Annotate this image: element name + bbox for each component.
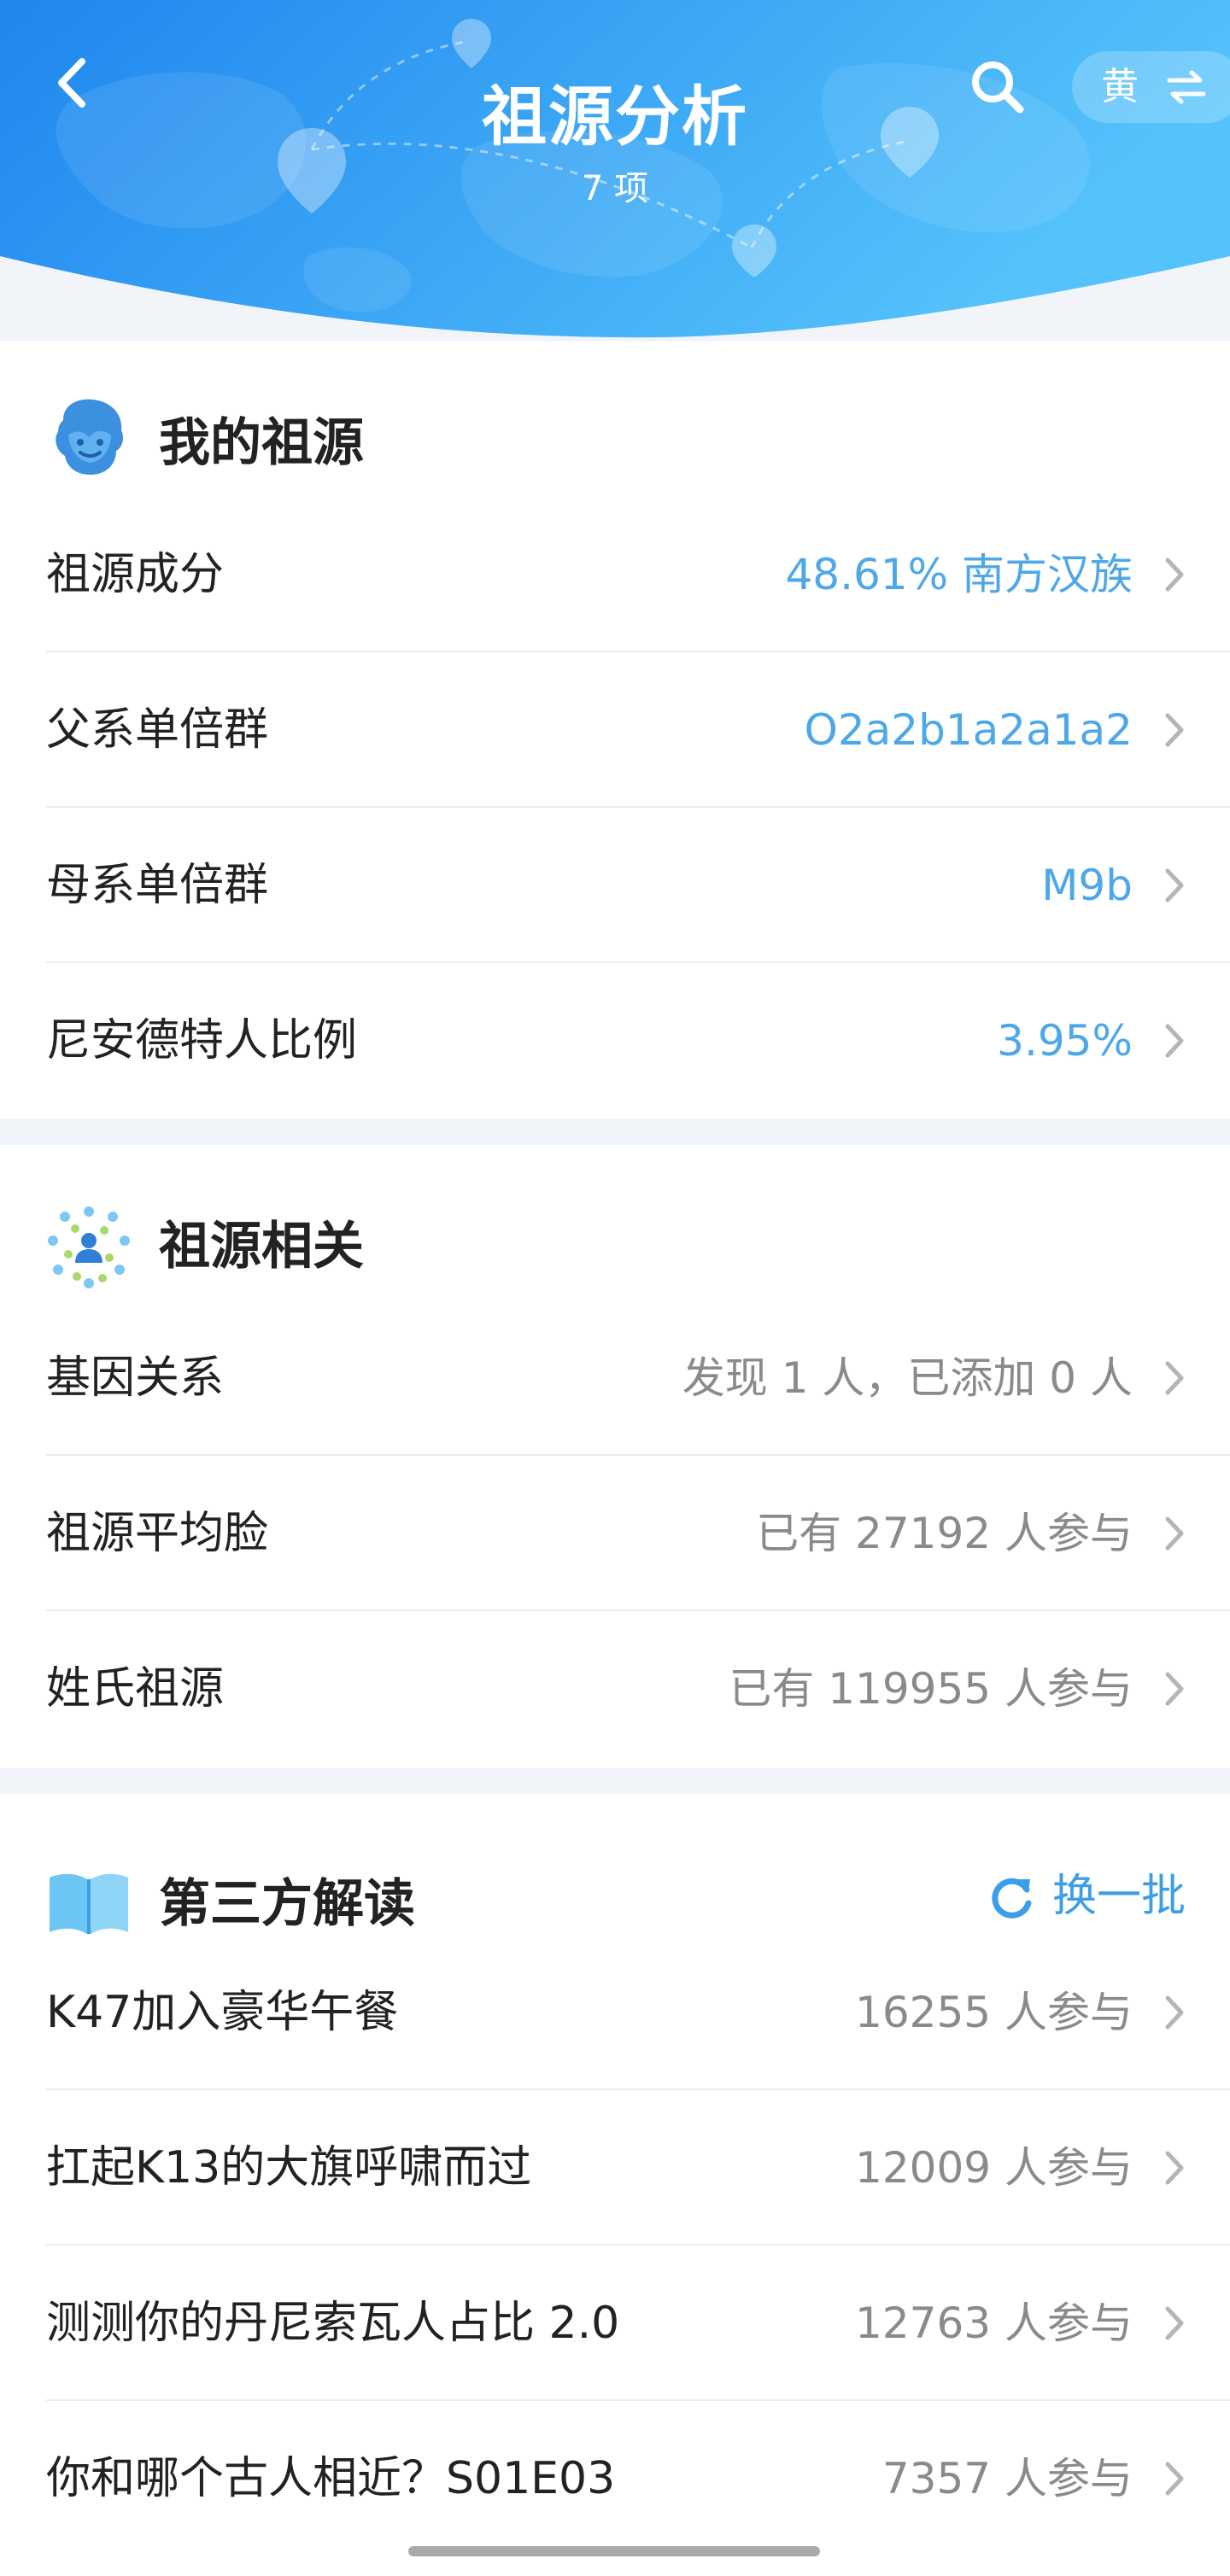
refresh-label: 换一批 bbox=[1052, 1871, 1186, 1922]
row-value: 12763 人参与 bbox=[855, 2299, 1133, 2348]
chevron-right-icon bbox=[1165, 1361, 1184, 1395]
list-item-maternal-haplogroup[interactable]: 母系单倍群 M9b bbox=[0, 808, 1230, 963]
my-ancestry-section: 我的祖源 祖源成分 48.61% 南方汉族 父系单倍群 O2a2b1a2a1a2… bbox=[0, 342, 1230, 1119]
item-count: 7 项 bbox=[581, 169, 649, 208]
row-value: M9b bbox=[1041, 861, 1133, 910]
row-value: 12009 人参与 bbox=[855, 2143, 1133, 2193]
list-item-genetic-relations[interactable]: 基因关系 发现 1 人，已添加 0 人 bbox=[0, 1300, 1230, 1456]
chevron-right-icon bbox=[1165, 2151, 1184, 2185]
chevron-right-icon bbox=[1165, 1024, 1184, 1058]
list-item-k47[interactable]: K47加入豪华午餐 16255 人参与 bbox=[0, 1935, 1230, 2090]
section-title: 第三方解读 bbox=[159, 1874, 415, 1934]
chevron-right-icon bbox=[1165, 2306, 1184, 2340]
row-value: 已有 27192 人参与 bbox=[756, 1509, 1133, 1558]
chevron-right-icon bbox=[1165, 1995, 1184, 2030]
row-label: 父系单倍群 bbox=[46, 704, 269, 756]
list-item-k13[interactable]: 扛起K13的大旗呼啸而过 12009 人参与 bbox=[0, 2090, 1230, 2246]
row-label: K47加入豪华午餐 bbox=[46, 1987, 399, 2038]
row-label: 祖源成分 bbox=[46, 549, 225, 600]
refresh-batch-button[interactable]: 换一批 bbox=[989, 1862, 1186, 1931]
row-value: 3.95% bbox=[997, 1016, 1133, 1066]
chevron-right-icon bbox=[1165, 558, 1184, 592]
row-label: 扛起K13的大旗呼啸而过 bbox=[46, 2142, 532, 2193]
swap-icon bbox=[1167, 70, 1206, 104]
list-item-ancestry-composition[interactable]: 祖源成分 48.61% 南方汉族 bbox=[0, 497, 1230, 652]
chevron-right-icon bbox=[1165, 2462, 1184, 2496]
language-label: 黄 bbox=[1101, 65, 1139, 108]
row-value: O2a2b1a2a1a2 bbox=[804, 705, 1133, 755]
third-party-section: 第三方解读 换一批 K47加入豪华午餐 16255 人参与 扛起K13的大旗呼啸… bbox=[0, 1794, 1230, 2576]
row-label: 祖源平均脸 bbox=[46, 1508, 269, 1559]
list-item-ancient-people[interactable]: 你和哪个古人相近？S01E03 7357 人参与 bbox=[0, 2401, 1230, 2556]
chevron-right-icon bbox=[1165, 713, 1184, 747]
chevron-right-icon bbox=[1165, 868, 1184, 902]
list-item-surname-origin[interactable]: 姓氏祖源 已有 119955 人参与 bbox=[0, 1611, 1230, 1767]
row-label: 你和哪个古人相近？S01E03 bbox=[46, 2453, 616, 2504]
row-label: 尼安德特人比例 bbox=[46, 1015, 358, 1066]
section-title: 我的祖源 bbox=[159, 413, 364, 473]
row-value: 已有 119955 人参与 bbox=[729, 1664, 1133, 1714]
row-label: 母系单倍群 bbox=[46, 860, 269, 911]
list-item-denisovan[interactable]: 测测你的丹尼索瓦人占比 2.0 12763 人参与 bbox=[0, 2246, 1230, 2401]
section-title: 祖源相关 bbox=[159, 1217, 364, 1276]
ancestor-face-icon bbox=[56, 399, 123, 475]
list-item-paternal-haplogroup[interactable]: 父系单倍群 O2a2b1a2a1a2 bbox=[0, 652, 1230, 808]
row-value: 48.61% 南方汉族 bbox=[785, 550, 1133, 599]
row-label: 基因关系 bbox=[46, 1352, 225, 1404]
row-value: 16255 人参与 bbox=[855, 1988, 1133, 2037]
search-icon[interactable] bbox=[964, 53, 1032, 121]
chevron-right-icon bbox=[1165, 1672, 1184, 1706]
chevron-right-icon bbox=[1165, 1516, 1184, 1551]
open-book-icon bbox=[50, 1873, 128, 1934]
refresh-icon bbox=[992, 1878, 1032, 1919]
row-value: 发现 1 人，已添加 0 人 bbox=[682, 1353, 1133, 1403]
ancestry-related-section: 祖源相关 基因关系 发现 1 人，已添加 0 人 祖源平均脸 已有 27192 … bbox=[0, 1145, 1230, 1768]
language-toggle[interactable]: 黄 bbox=[1072, 51, 1230, 123]
home-indicator[interactable] bbox=[408, 2546, 820, 2556]
row-label: 姓氏祖源 bbox=[46, 1663, 225, 1714]
row-value: 7357 人参与 bbox=[882, 2454, 1133, 2503]
header: 祖源分析 7 项 黄 bbox=[0, 0, 1230, 359]
list-item-neanderthal-ratio[interactable]: 尼安德特人比例 3.95% bbox=[0, 963, 1230, 1119]
list-item-average-face[interactable]: 祖源平均脸 已有 27192 人参与 bbox=[0, 1456, 1230, 1611]
page-title: 祖源分析 bbox=[482, 79, 748, 155]
row-label: 测测你的丹尼索瓦人占比 2.0 bbox=[46, 2298, 620, 2349]
network-people-icon bbox=[48, 1206, 130, 1288]
